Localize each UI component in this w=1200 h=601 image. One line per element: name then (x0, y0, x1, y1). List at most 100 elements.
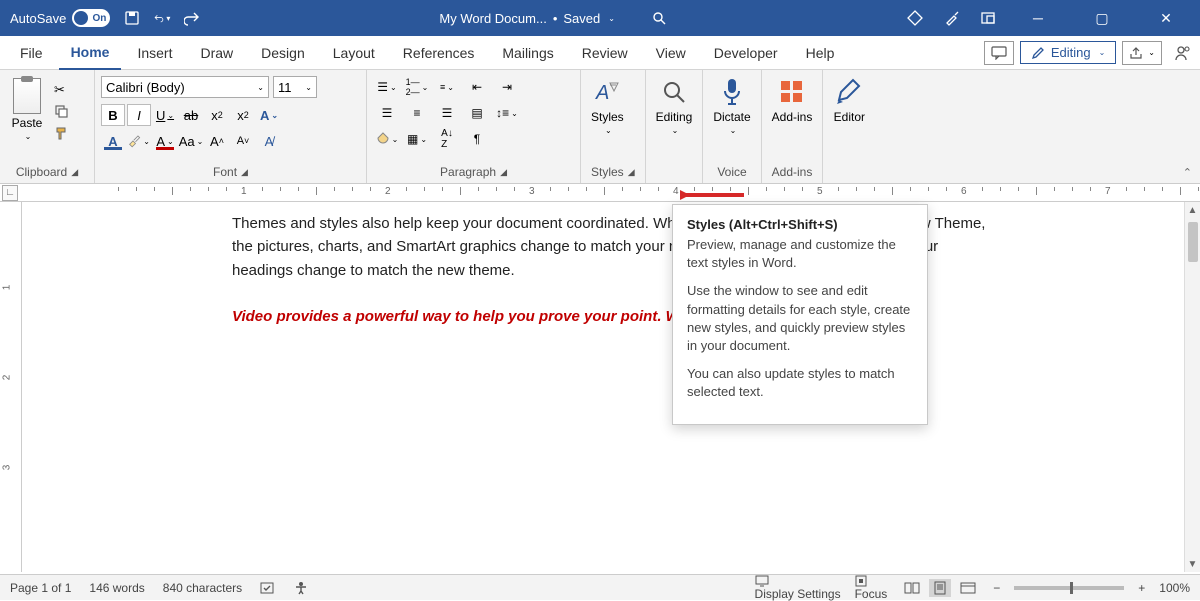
autosave-label: AutoSave (10, 11, 66, 26)
display-settings-button[interactable]: Display Settings (755, 575, 841, 601)
align-left-button[interactable]: ☰ (373, 102, 401, 124)
window-icon[interactable] (980, 10, 996, 26)
format-painter-icon[interactable] (54, 126, 70, 142)
tab-review[interactable]: Review (570, 36, 640, 70)
font-size-select[interactable]: 11⌄ (273, 76, 317, 98)
tab-mailings[interactable]: Mailings (490, 36, 565, 70)
scroll-up-icon[interactable]: ▲ (1188, 202, 1198, 218)
show-marks-button[interactable]: ¶ (463, 128, 491, 150)
brush-icon[interactable] (944, 10, 960, 26)
search-icon[interactable] (651, 10, 667, 26)
comments-button[interactable] (984, 41, 1014, 65)
styles-button[interactable]: A Styles ⌄ (591, 74, 624, 163)
diamond-icon[interactable] (906, 9, 924, 27)
vertical-ruler[interactable]: 1 2 3 (0, 202, 22, 572)
copy-icon[interactable] (54, 104, 70, 120)
share-button[interactable]: ⌄ (1122, 41, 1162, 65)
dialog-launcher-icon[interactable]: ◢ (500, 167, 507, 178)
subscript-button[interactable]: x2 (205, 104, 229, 126)
collapse-ribbon-icon[interactable]: ⌃ (1183, 166, 1192, 179)
person-icon[interactable] (1174, 44, 1192, 62)
text-effects-button[interactable]: A⌄ (257, 104, 281, 126)
print-layout-icon[interactable] (929, 579, 951, 597)
toggle-switch[interactable]: On (72, 9, 110, 27)
web-layout-icon[interactable] (957, 579, 979, 597)
align-right-button[interactable]: ☰ (433, 102, 461, 124)
maximize-button[interactable]: ▢ (1080, 10, 1124, 27)
bold-button[interactable]: B (101, 104, 125, 126)
accessibility-icon[interactable] (294, 581, 308, 595)
clear-format-button[interactable]: A̸ (257, 130, 281, 152)
shrink-font-button[interactable]: A˅ (231, 130, 255, 152)
tab-insert[interactable]: Insert (125, 36, 184, 70)
addins-button[interactable]: Add-ins (772, 74, 813, 163)
scroll-thumb[interactable] (1188, 222, 1198, 262)
word-count[interactable]: 146 words (89, 581, 144, 595)
dialog-launcher-icon[interactable]: ◢ (241, 167, 248, 178)
zoom-level[interactable]: 100% (1159, 581, 1190, 595)
paste-button[interactable]: Paste ⌄ (6, 74, 48, 163)
text-fill-button[interactable]: A (101, 130, 125, 152)
dictate-button[interactable]: Dictate ⌄ (713, 74, 750, 163)
focus-button[interactable]: Focus (855, 575, 888, 601)
dialog-launcher-icon[interactable]: ◢ (71, 167, 78, 178)
numbering-button[interactable]: 1—2—⌄ (403, 76, 431, 98)
vertical-scrollbar[interactable]: ▲ ▼ (1184, 202, 1200, 572)
italic-button[interactable]: I (127, 104, 151, 126)
save-icon[interactable] (124, 10, 140, 26)
font-color-button[interactable]: A⌄ (153, 130, 177, 152)
shading-button[interactable]: ⌄ (373, 128, 401, 150)
tab-layout[interactable]: Layout (321, 36, 387, 70)
zoom-out-button[interactable]: − (993, 581, 1000, 595)
sort-button[interactable]: A↓Z (433, 128, 461, 150)
editor-button[interactable]: Editor (833, 74, 865, 163)
line-spacing-button[interactable]: ↕≡⌄ (493, 102, 521, 124)
multilevel-button[interactable]: ≡⌄ (433, 76, 461, 98)
scroll-down-icon[interactable]: ▼ (1188, 556, 1198, 572)
editing-button[interactable]: Editing ⌄ (656, 74, 693, 163)
autosave-toggle[interactable]: AutoSave On (10, 9, 110, 27)
minimize-button[interactable]: ─ (1016, 10, 1060, 26)
tab-draw[interactable]: Draw (188, 36, 245, 70)
document-canvas[interactable]: Themes and styles also help keep your do… (22, 202, 1184, 572)
grow-font-button[interactable]: A˄ (205, 130, 229, 152)
underline-button[interactable]: U⌄ (153, 104, 177, 126)
cut-icon[interactable]: ✂ (54, 82, 70, 98)
borders-button[interactable]: ▦⌄ (403, 128, 431, 150)
chevron-down-icon[interactable]: ⌄ (608, 14, 615, 23)
tab-file[interactable]: File (8, 36, 55, 70)
strikethrough-button[interactable]: ab (179, 104, 203, 126)
tab-home[interactable]: Home (59, 36, 122, 70)
tab-developer[interactable]: Developer (702, 36, 790, 70)
group-label-font: Font (213, 165, 237, 179)
tab-selector[interactable]: ∟ (2, 185, 18, 201)
group-font: Calibri (Body)⌄ 11⌄ B I U⌄ ab x2 x2 A⌄ A… (95, 70, 367, 183)
zoom-thumb[interactable] (1070, 582, 1073, 594)
tab-help[interactable]: Help (794, 36, 847, 70)
highlight-button[interactable]: ⌄ (127, 130, 151, 152)
increase-indent-button[interactable]: ⇥ (493, 76, 521, 98)
superscript-button[interactable]: x2 (231, 104, 255, 126)
title-bar: AutoSave On ▾ My Word Docum... • Saved ⌄… (0, 0, 1200, 36)
styles-dialog-launcher-icon[interactable]: ◢ (628, 167, 635, 178)
tab-view[interactable]: View (644, 36, 698, 70)
redo-icon[interactable] (184, 10, 200, 26)
tab-references[interactable]: References (391, 36, 487, 70)
close-button[interactable]: ✕ (1144, 10, 1188, 27)
bullets-button[interactable]: ☰⌄ (373, 76, 401, 98)
tab-design[interactable]: Design (249, 36, 317, 70)
change-case-button[interactable]: Aa⌄ (179, 130, 203, 152)
read-mode-icon[interactable] (901, 579, 923, 597)
undo-icon[interactable]: ▾ (154, 10, 170, 26)
horizontal-ruler[interactable]: ∟ 1234567 (0, 184, 1200, 202)
char-count[interactable]: 840 characters (163, 581, 242, 595)
editing-mode-button[interactable]: Editing ⌄ (1020, 41, 1116, 64)
justify-button[interactable]: ▤ (463, 102, 491, 124)
align-center-button[interactable]: ≡ (403, 102, 431, 124)
zoom-in-button[interactable]: + (1138, 581, 1145, 595)
font-name-select[interactable]: Calibri (Body)⌄ (101, 76, 269, 98)
decrease-indent-button[interactable]: ⇤ (463, 76, 491, 98)
page-indicator[interactable]: Page 1 of 1 (10, 581, 71, 595)
zoom-slider[interactable] (1014, 586, 1124, 590)
spellcheck-icon[interactable] (260, 581, 276, 595)
